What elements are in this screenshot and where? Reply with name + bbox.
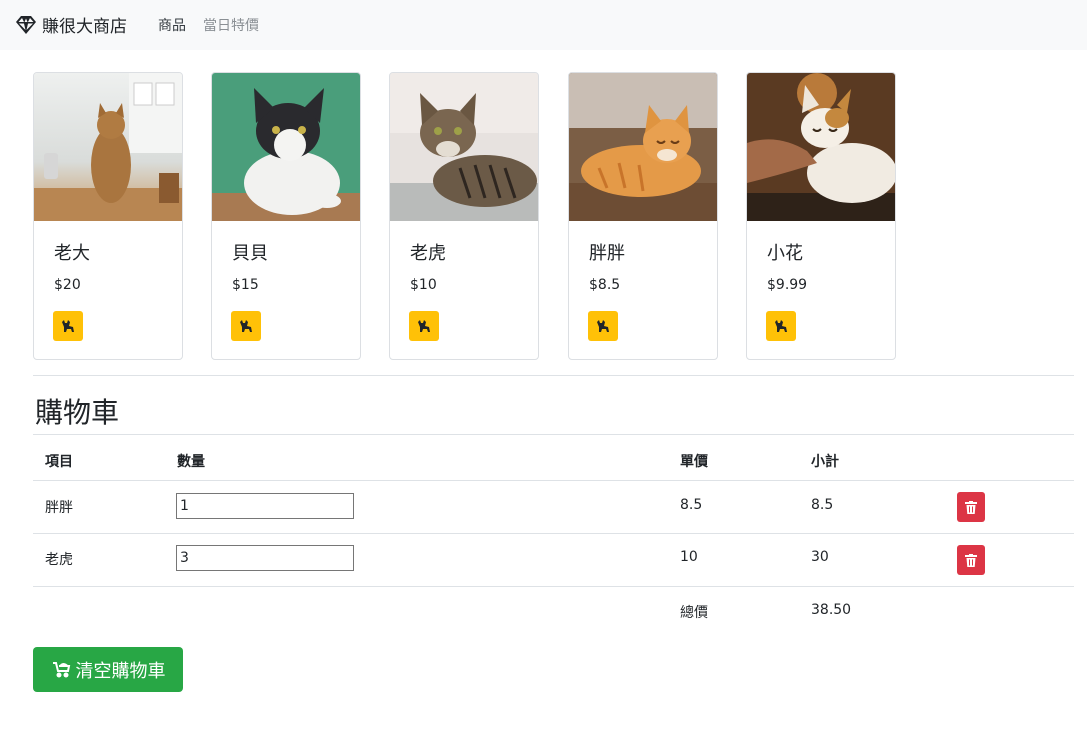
add-to-cart-button[interactable] xyxy=(231,311,261,341)
product-image-orange-cat xyxy=(569,73,717,221)
trash-icon xyxy=(965,553,977,567)
delete-item-button[interactable] xyxy=(957,545,985,575)
product-image-calico-cat xyxy=(747,73,895,221)
navbar: 賺很大商店 商品 當日特價 xyxy=(0,0,1087,50)
product-name: 小花 xyxy=(767,243,803,264)
add-to-cart-button[interactable] xyxy=(588,311,618,341)
baby-carriage-icon xyxy=(52,661,70,677)
add-to-cart-button[interactable] xyxy=(53,311,83,341)
row-divider xyxy=(33,533,1074,534)
cat-icon xyxy=(240,320,252,332)
total-value: 38.50 xyxy=(811,602,852,618)
product-price: $15 xyxy=(232,277,259,293)
section-divider xyxy=(33,375,1074,376)
brand-link[interactable]: 賺很大商店 xyxy=(15,12,127,37)
quantity-input[interactable] xyxy=(176,493,354,519)
nav-link-daily-deals[interactable]: 當日特價 xyxy=(203,15,259,35)
add-to-cart-button[interactable] xyxy=(766,311,796,341)
product-card: 老虎 $10 xyxy=(389,72,539,360)
product-price: $9.99 xyxy=(767,277,808,293)
row-unit-price: 10 xyxy=(680,549,698,565)
row-divider xyxy=(33,586,1074,587)
clear-cart-button[interactable]: 清空購物車 xyxy=(33,647,183,692)
quantity-input[interactable] xyxy=(176,545,354,571)
brand-name: 賺很大商店 xyxy=(42,17,127,37)
add-to-cart-button[interactable] xyxy=(409,311,439,341)
gem-icon xyxy=(16,15,36,34)
row-item-name: 胖胖 xyxy=(45,500,73,516)
product-card: 小花 $9.99 xyxy=(746,72,896,360)
product-image-tabby-cat xyxy=(34,73,182,221)
header-qty: 數量 xyxy=(177,454,205,470)
clear-cart-label: 清空購物車 xyxy=(75,660,166,682)
table-top-border xyxy=(33,434,1074,435)
cat-icon xyxy=(775,320,787,332)
header-subtotal: 小計 xyxy=(811,454,839,470)
row-subtotal: 8.5 xyxy=(811,497,834,513)
product-name: 貝貝 xyxy=(232,243,268,264)
cat-icon xyxy=(62,320,74,332)
trash-icon xyxy=(965,500,977,514)
product-name: 老大 xyxy=(54,243,90,264)
product-price: $20 xyxy=(54,277,81,293)
product-card: 胖胖 $8.5 xyxy=(568,72,718,360)
product-image-striped-tabby-cat xyxy=(390,73,538,221)
row-unit-price: 8.5 xyxy=(680,497,703,513)
cat-icon xyxy=(597,320,609,332)
product-price: $10 xyxy=(410,277,437,293)
product-image-black-white-cat xyxy=(212,73,360,221)
product-card: 貝貝 $15 xyxy=(211,72,361,360)
product-card: 老大 $20 xyxy=(33,72,183,360)
cat-icon xyxy=(418,320,430,332)
header-item: 項目 xyxy=(45,454,73,470)
product-name: 老虎 xyxy=(410,243,446,264)
row-item-name: 老虎 xyxy=(45,552,73,568)
nav-link-products[interactable]: 商品 xyxy=(158,15,186,35)
row-subtotal: 30 xyxy=(811,549,829,565)
delete-item-button[interactable] xyxy=(957,492,985,522)
header-price: 單價 xyxy=(680,454,708,470)
row-divider xyxy=(33,480,1074,481)
product-price: $8.5 xyxy=(589,277,621,293)
product-name: 胖胖 xyxy=(589,243,625,264)
total-label: 總價 xyxy=(680,605,708,621)
cart-title: 購物車 xyxy=(35,396,120,429)
